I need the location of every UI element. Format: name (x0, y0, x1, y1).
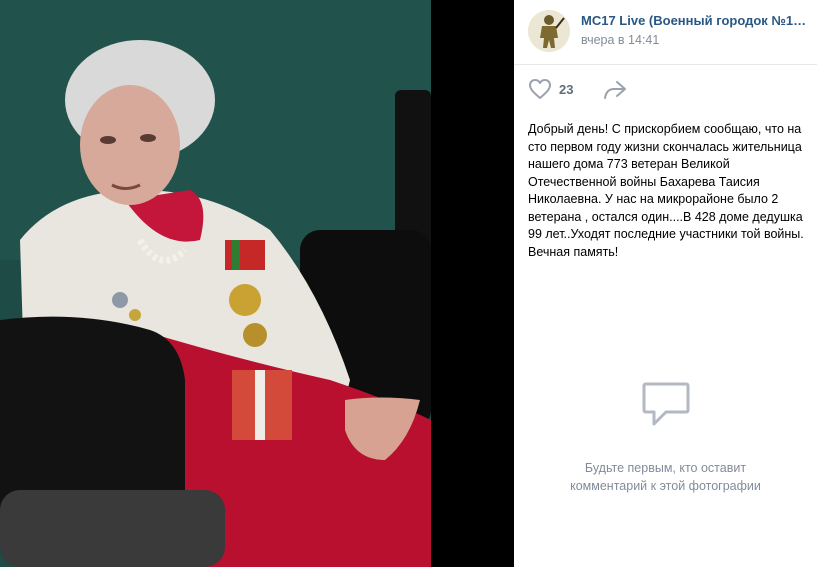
photo-illustration (0, 0, 431, 567)
author-name-link[interactable]: MC17 Live (Военный городок №17(... (581, 13, 809, 28)
post-photo[interactable] (0, 0, 431, 567)
comments-empty-state: Будьте первым, кто оставит комментарий к… (514, 380, 817, 495)
comment-bubble-icon (640, 380, 692, 435)
like-count: 23 (559, 81, 574, 97)
photo-viewer[interactable] (0, 0, 514, 567)
avatar[interactable] (528, 10, 570, 52)
post-header: MC17 Live (Военный городок №17(... вчера… (514, 0, 817, 65)
share-arrow-icon (604, 81, 626, 99)
like-button[interactable]: 23 (528, 78, 573, 100)
post-sidebar: MC17 Live (Военный городок №17(... вчера… (514, 0, 817, 567)
comments-empty-text: Будьте первым, кто оставит комментарий к… (570, 461, 761, 493)
share-button[interactable] (602, 79, 628, 106)
post-text: Добрый день! С прискорбием сообщаю, что … (528, 122, 804, 259)
post-date[interactable]: вчера в 14:41 (581, 33, 659, 47)
heart-icon (529, 79, 551, 99)
avatar-soldier-icon (528, 10, 570, 52)
post-actions: 23 (514, 65, 817, 115)
